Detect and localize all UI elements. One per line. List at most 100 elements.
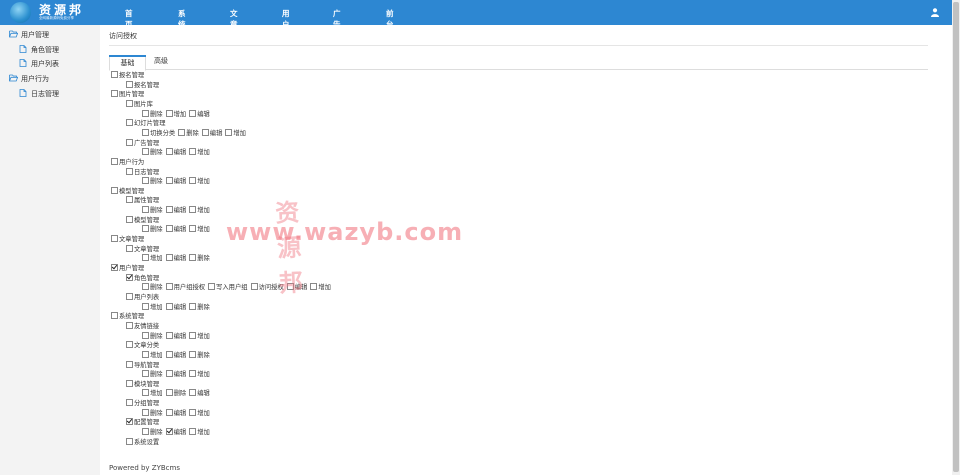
permission-option[interactable]: 编辑 — [165, 331, 186, 340]
permission-option[interactable]: 报名管理 — [126, 80, 159, 89]
permission-option[interactable]: 模型管理 — [126, 215, 159, 224]
permission-option[interactable]: 删除 — [142, 408, 163, 417]
checkbox[interactable] — [189, 389, 197, 397]
checkbox[interactable] — [126, 167, 133, 175]
checkbox-checked[interactable] — [111, 264, 118, 271]
permission-option[interactable]: 删除 — [189, 302, 210, 311]
checkbox[interactable] — [165, 148, 173, 156]
checkbox[interactable] — [111, 312, 118, 320]
vertical-scrollbar[interactable] — [952, 0, 960, 475]
checkbox[interactable] — [126, 244, 133, 252]
permission-option[interactable]: 写入用户组 — [208, 283, 248, 291]
user-icon[interactable] — [931, 8, 939, 17]
checkbox[interactable] — [142, 350, 149, 358]
checkbox[interactable] — [126, 321, 133, 329]
checkbox[interactable] — [165, 408, 173, 416]
permission-option[interactable]: 增加 — [189, 428, 210, 436]
permission-option[interactable]: 访问授权 — [250, 283, 284, 291]
permission-option[interactable]: 用户管理 — [111, 264, 144, 272]
permission-option[interactable]: 删除 — [142, 283, 163, 291]
permission-option[interactable]: 增加 — [225, 128, 246, 137]
permission-option[interactable]: 删除 — [142, 428, 163, 436]
checkbox[interactable] — [165, 389, 173, 397]
permission-option[interactable]: 增加 — [142, 389, 163, 397]
checkbox[interactable] — [165, 370, 173, 378]
permission-option[interactable]: 编辑 — [201, 128, 222, 137]
permission-option[interactable]: 删除 — [142, 331, 163, 340]
checkbox[interactable] — [111, 186, 118, 194]
checkbox[interactable] — [165, 350, 173, 358]
permission-option[interactable]: 用户组授权 — [165, 283, 205, 291]
permission-option[interactable]: 编辑 — [165, 350, 186, 359]
permission-option[interactable]: 系统设置 — [126, 437, 159, 446]
tab-basic[interactable]: 基础 — [109, 55, 146, 71]
checkbox[interactable] — [142, 428, 149, 436]
checkbox[interactable] — [250, 283, 258, 291]
checkbox[interactable] — [201, 128, 209, 136]
permission-option[interactable]: 文章分类 — [126, 341, 159, 349]
logo[interactable]: 资源邦 全网最新源码免费分享 — [6, 1, 106, 24]
checkbox[interactable] — [126, 80, 133, 88]
checkbox[interactable] — [189, 225, 197, 233]
permission-option[interactable]: 友情链接 — [126, 321, 159, 330]
checkbox[interactable] — [126, 196, 133, 204]
checkbox-checked[interactable] — [126, 273, 133, 281]
permission-option[interactable]: 模块管理 — [126, 379, 159, 388]
checkbox[interactable] — [165, 283, 173, 291]
permission-option[interactable]: 分组管理 — [126, 399, 159, 407]
permission-option[interactable]: 删除 — [165, 389, 186, 397]
checkbox[interactable] — [126, 399, 133, 407]
permission-option[interactable]: 编辑 — [165, 370, 186, 378]
checkbox[interactable] — [142, 148, 149, 156]
checkbox[interactable] — [142, 389, 149, 397]
permission-option[interactable]: 编辑 — [165, 408, 186, 417]
permission-option[interactable]: 增加 — [310, 283, 331, 291]
permission-option[interactable]: 删除 — [142, 177, 163, 185]
checkbox[interactable] — [142, 225, 149, 233]
checkbox[interactable] — [126, 138, 133, 146]
permission-option[interactable]: 图片管理 — [111, 90, 144, 98]
checkbox[interactable] — [189, 428, 197, 436]
permission-option[interactable]: 文章管理 — [126, 244, 159, 253]
checkbox[interactable] — [189, 350, 197, 358]
checkbox[interactable] — [165, 254, 173, 262]
checkbox[interactable] — [111, 71, 118, 78]
checkbox[interactable] — [189, 254, 197, 262]
permission-option[interactable]: 角色管理 — [126, 273, 159, 282]
checkbox[interactable] — [165, 302, 173, 310]
checkbox[interactable] — [142, 283, 149, 291]
checkbox[interactable] — [142, 331, 149, 339]
permission-option[interactable]: 图片库 — [126, 99, 153, 108]
checkbox[interactable] — [165, 331, 173, 339]
permission-option[interactable]: 删除 — [142, 225, 163, 233]
permission-option[interactable]: 编辑 — [286, 283, 307, 291]
permission-option[interactable]: 切换分类 — [142, 128, 175, 137]
checkbox[interactable] — [111, 90, 118, 98]
tab-advanced[interactable]: 高级 — [154, 56, 168, 66]
permission-option[interactable]: 广告管理 — [126, 138, 159, 147]
checkbox[interactable] — [126, 379, 133, 387]
checkbox[interactable] — [126, 341, 133, 349]
checkbox[interactable] — [165, 225, 173, 233]
permission-option[interactable]: 编辑 — [165, 148, 186, 156]
permission-option[interactable]: 编辑 — [189, 109, 210, 118]
permission-option[interactable]: 删除 — [189, 350, 210, 359]
checkbox[interactable] — [126, 99, 133, 107]
checkbox[interactable] — [189, 302, 197, 310]
permission-option[interactable]: 增加 — [189, 177, 210, 185]
permission-option[interactable]: 编辑 — [165, 177, 186, 185]
permission-option[interactable]: 编辑 — [165, 254, 186, 262]
permission-option[interactable]: 报名管理 — [111, 71, 144, 79]
permission-option[interactable]: 删除 — [178, 128, 199, 137]
permission-option[interactable]: 编辑 — [165, 225, 186, 233]
permission-option[interactable]: 增加 — [189, 331, 210, 340]
checkbox[interactable] — [126, 119, 133, 127]
checkbox[interactable] — [126, 292, 133, 300]
checkbox[interactable] — [142, 206, 149, 214]
permission-option[interactable]: 删除 — [142, 148, 163, 156]
permission-option[interactable]: 增加 — [189, 225, 210, 233]
checkbox[interactable] — [126, 437, 133, 445]
permission-option[interactable]: 配置管理 — [126, 418, 159, 426]
permission-option[interactable]: 编辑 — [165, 206, 186, 214]
scrollbar-thumb[interactable] — [953, 2, 959, 472]
